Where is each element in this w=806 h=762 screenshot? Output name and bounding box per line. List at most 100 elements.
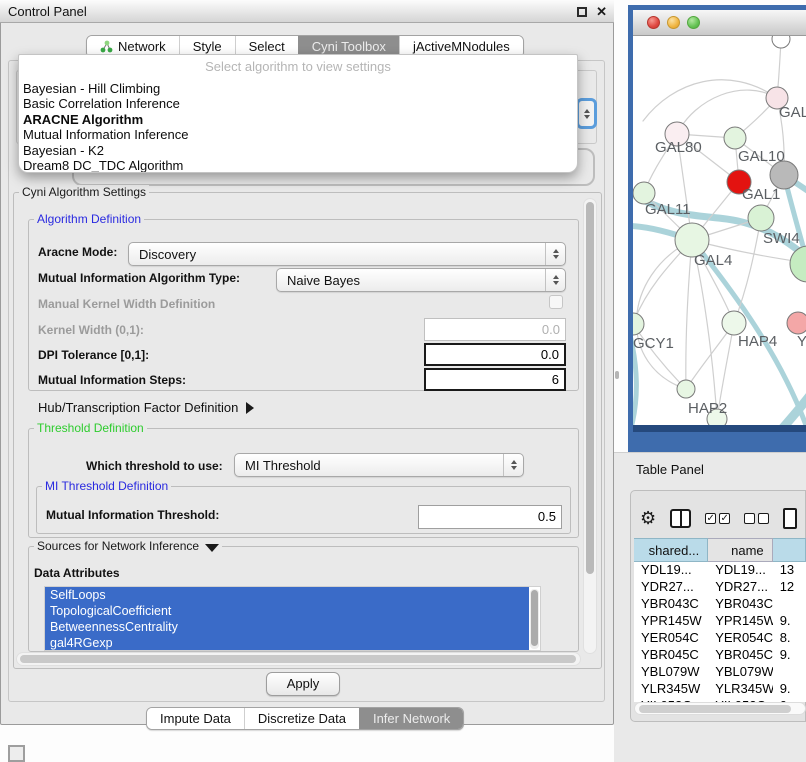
network-node-gal10-gray[interactable] <box>770 161 798 189</box>
dpi-tolerance-field[interactable]: 0.0 <box>424 343 566 366</box>
close-icon[interactable]: ✕ <box>596 4 607 20</box>
network-node-gal10-small[interactable] <box>724 127 746 149</box>
apply-button[interactable]: Apply <box>266 672 340 696</box>
panel-splitter-handle[interactable] <box>615 371 619 379</box>
node-label-gal-pink: GAL <box>779 104 806 121</box>
table-cell <box>773 664 806 681</box>
attribute-item[interactable]: SelfLoops <box>45 587 529 603</box>
algorithm-option[interactable]: Mutual Information Inference <box>19 127 577 142</box>
network-node-hap2[interactable] <box>677 380 695 398</box>
kernel-width-field[interactable]: 0.0 <box>424 318 566 341</box>
network-window-titlebar[interactable] <box>633 10 806 36</box>
scrollbar-thumb[interactable] <box>639 705 791 713</box>
network-node-top-partial[interactable] <box>772 36 790 48</box>
control-panel-titlebar: Control Panel ✕ <box>0 0 614 23</box>
algorithm-option[interactable]: Basic Correlation Inference <box>19 96 577 111</box>
table-cell: 9. <box>773 613 806 630</box>
network-node-y-salmon[interactable] <box>787 312 806 334</box>
aracne-mode-select[interactable]: Discovery <box>128 242 566 266</box>
table-row[interactable]: YLR345WYLR345W9. <box>634 681 806 698</box>
table-row[interactable]: YBL079WYBL079W <box>634 664 806 681</box>
table-cell: YBL079W <box>708 664 772 681</box>
sources-title-text: Sources for Network Inference <box>37 539 199 553</box>
table-row[interactable]: YBR045CYBR045C9. <box>634 647 806 664</box>
table-row[interactable]: YDL19...YDL19...13 <box>634 562 806 579</box>
algorithm-option[interactable]: Bayesian - K2 <box>19 143 577 158</box>
network-graph[interactable]: GALGAL80GAL10GAL1GAL11SWI4GAL4GCY1HAP4YH… <box>633 36 806 425</box>
node-label-gal4: GAL4 <box>694 252 732 269</box>
document-icon[interactable] <box>783 508 797 529</box>
table-row[interactable]: YER054CYER054C8. <box>634 630 806 647</box>
network-node-big-right[interactable] <box>790 246 806 282</box>
which-threshold-select[interactable]: MI Threshold <box>234 453 524 477</box>
table-cell: YBR043C <box>634 596 708 613</box>
sources-title[interactable]: Sources for Network Inference <box>34 539 222 553</box>
mi-type-select[interactable]: Naive Bayes <box>276 268 566 292</box>
tab-impute-data[interactable]: Impute Data <box>147 708 244 729</box>
algorithm-option[interactable]: Bayesian - Hill Climbing <box>19 81 577 96</box>
table-cell: 13 <box>773 562 806 579</box>
mi-threshold-field[interactable]: 0.5 <box>418 505 562 529</box>
zoom-traffic-light-icon[interactable] <box>687 16 700 29</box>
table-row[interactable]: YPR145WYPR145W9. <box>634 613 806 630</box>
float-window-icon[interactable] <box>577 7 587 17</box>
tab-discretize-data[interactable]: Discretize Data <box>244 708 359 729</box>
mi-steps-field[interactable]: 6 <box>424 368 566 391</box>
node-label-gcy1: GCY1 <box>633 335 674 352</box>
stepper-icon <box>503 454 523 476</box>
mi-threshold-label: Mutual Information Threshold: <box>46 508 219 522</box>
table-horizontal-scrollbar[interactable] <box>634 702 806 715</box>
network-node-swi4[interactable] <box>748 205 774 231</box>
column-view-icon[interactable] <box>670 509 691 528</box>
algorithm-combobox-stepper[interactable] <box>576 98 597 129</box>
dock-handle-icon[interactable] <box>8 745 25 762</box>
scrollbar-thumb[interactable] <box>20 655 576 663</box>
table-cell: YDL19... <box>708 562 772 579</box>
table-cell: 9. <box>773 647 806 664</box>
attribute-item[interactable]: gal4RGexp <box>45 635 529 651</box>
close-traffic-light-icon[interactable] <box>647 16 660 29</box>
attributes-scrollbar[interactable] <box>530 589 539 649</box>
settings-horizontal-scrollbar[interactable] <box>16 652 581 666</box>
network-canvas[interactable]: GALGAL80GAL10GAL1GAL11SWI4GAL4GCY1HAP4YH… <box>633 36 806 425</box>
scrollbar-thumb[interactable] <box>586 202 594 574</box>
table-cell: 9. <box>773 681 806 698</box>
minimize-traffic-light-icon[interactable] <box>667 16 680 29</box>
network-edge[interactable] <box>734 218 761 323</box>
tab-infer-network[interactable]: Infer Network <box>359 708 463 729</box>
column-header[interactable] <box>773 538 806 562</box>
algorithm-definition-title: Algorithm Definition <box>34 212 144 226</box>
attribute-item[interactable]: TopologicalCoefficient <box>45 603 529 619</box>
node-label-gal1-red: GAL1 <box>742 186 780 203</box>
hub-definition-toggle[interactable]: Hub/Transcription Factor Definition <box>38 400 254 415</box>
algorithm-option[interactable]: ARACNE Algorithm <box>19 112 577 127</box>
network-edge[interactable] <box>686 240 692 389</box>
table-cell: YBR045C <box>634 647 708 664</box>
network-node-hap4[interactable] <box>722 311 746 335</box>
data-attributes-list[interactable]: SelfLoopsTopologicalCoefficientBetweenne… <box>44 586 541 651</box>
network-node-gcy1[interactable] <box>633 313 644 335</box>
aracne-mode-value: Discovery <box>129 247 545 262</box>
manual-kernel-checkbox[interactable] <box>549 295 563 309</box>
which-threshold-label: Which threshold to use: <box>86 459 223 473</box>
table-cell: YPR145W <box>708 613 772 630</box>
column-header[interactable]: name <box>708 538 772 562</box>
attribute-item[interactable]: BetweennessCentrality <box>45 619 529 635</box>
table-row[interactable]: YDR27...YDR27...12 <box>634 579 806 596</box>
dpi-tolerance-label: DPI Tolerance [0,1]: <box>38 348 149 362</box>
table-cell: YBL079W <box>634 664 708 681</box>
table-cell: YLR345W <box>634 681 708 698</box>
table-cell: YBR043C <box>708 596 772 613</box>
column-header[interactable]: shared... <box>634 538 708 562</box>
network-edge[interactable] <box>677 90 777 134</box>
table-row[interactable]: YBR043CYBR043C <box>634 596 806 613</box>
settings-vertical-scrollbar[interactable] <box>583 198 597 654</box>
network-edge[interactable] <box>633 324 686 389</box>
kernel-width-label: Kernel Width (0,1): <box>38 323 144 337</box>
select-all-checkboxes-icon[interactable]: ✓✓ <box>705 513 730 524</box>
network-edge[interactable] <box>636 240 692 389</box>
deselect-all-checkboxes-icon[interactable] <box>744 513 769 524</box>
algorithm-option[interactable]: Dream8 DC_TDC Algorithm <box>19 158 577 173</box>
gear-icon[interactable]: ⚙ <box>640 508 656 528</box>
algorithm-list: Bayesian - Hill ClimbingBasic Correlatio… <box>19 81 577 173</box>
